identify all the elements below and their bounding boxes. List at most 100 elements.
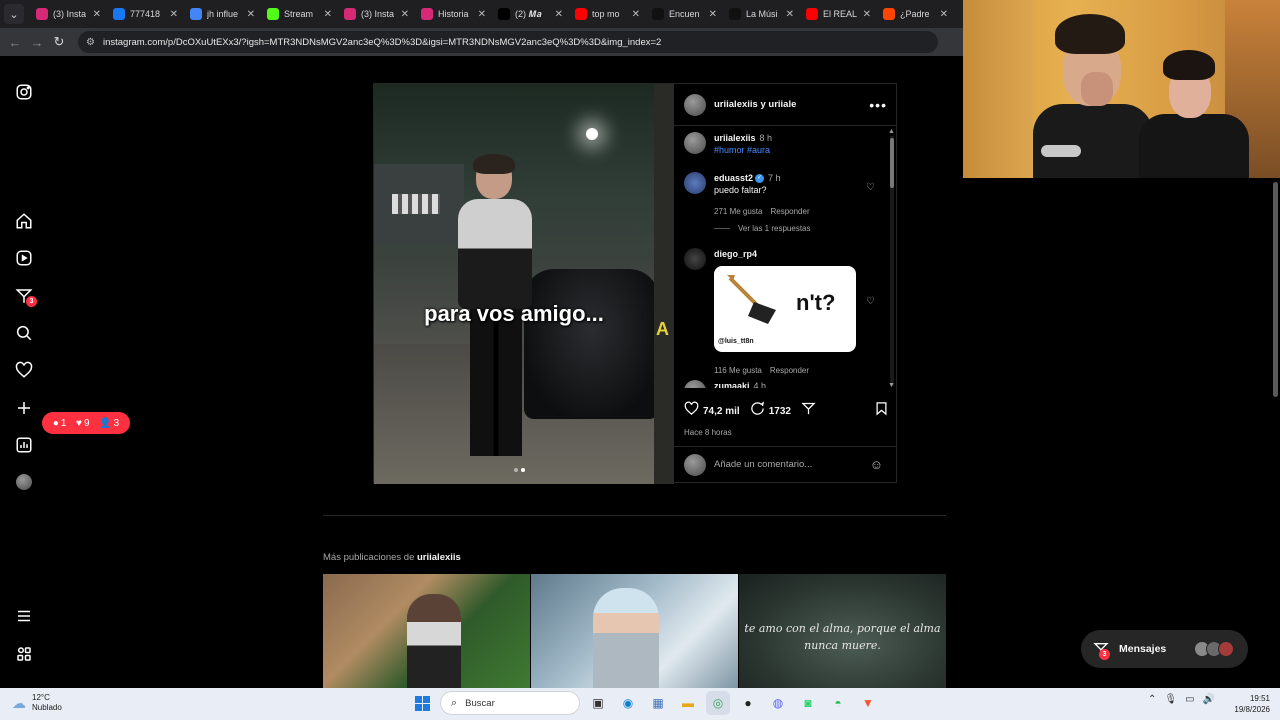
comment-username[interactable]: zumaaki <box>714 381 750 388</box>
edge-icon[interactable]: ◉ <box>616 691 640 715</box>
discord-icon[interactable]: ◍ <box>766 691 790 715</box>
more-posts-user[interactable]: uriialexiis <box>417 552 461 563</box>
profile-avatar[interactable] <box>14 472 34 492</box>
store-icon[interactable]: ▦ <box>646 691 670 715</box>
comment-avatar[interactable] <box>684 380 706 388</box>
notifications-heart-icon[interactable] <box>14 360 34 380</box>
add-comment-input[interactable]: Añade un comentario... <box>714 459 870 470</box>
grid-post-1[interactable] <box>323 574 530 688</box>
page-scrollbar-thumb[interactable] <box>1273 182 1278 397</box>
close-tab-icon[interactable]: ✕ <box>93 9 101 20</box>
browser-tab[interactable]: (3) Insta ✕ <box>338 2 415 26</box>
close-tab-icon[interactable]: ✕ <box>401 9 409 20</box>
close-tab-icon[interactable]: ✕ <box>247 9 255 20</box>
browser-tab[interactable]: top mo ✕ <box>569 2 646 26</box>
browser-tab[interactable]: ¿Padre ✕ <box>877 2 954 26</box>
next-slide-preview[interactable]: A <box>654 84 674 484</box>
comments-count[interactable]: 1732 <box>769 406 791 417</box>
close-tab-icon[interactable]: ✕ <box>478 9 486 20</box>
comment-username[interactable]: eduasst2 <box>714 173 753 183</box>
close-tab-icon[interactable]: ✕ <box>709 9 717 20</box>
reply-button[interactable]: Responder <box>770 366 809 375</box>
site-info-icon[interactable]: ⚙ <box>86 37 95 48</box>
search-icon[interactable] <box>14 323 34 343</box>
browser-tab[interactable]: (2) 𝑴𝒂 ✕ <box>492 2 569 26</box>
comment-like-icon[interactable]: ♡ <box>866 296 875 307</box>
browser-tab[interactable]: El REAL ✕ <box>800 2 877 26</box>
browser-tab[interactable]: Historia ✕ <box>415 2 492 26</box>
volume-icon[interactable]: 🔊 <box>1203 694 1215 705</box>
comments-scrollbar[interactable]: ▲ ▼ <box>888 128 895 390</box>
scrollbar-thumb[interactable] <box>890 138 894 188</box>
author-names[interactable]: uriialexiis y uriiale <box>714 99 869 110</box>
tray-overflow-icon[interactable]: ⌃ <box>1148 694 1156 705</box>
close-tab-icon[interactable]: ✕ <box>863 9 871 20</box>
whatsapp-icon[interactable]: ◙ <box>796 691 820 715</box>
browser-tab[interactable]: Stream ✕ <box>261 2 338 26</box>
more-options-icon[interactable]: ••• <box>869 97 887 113</box>
weather-widget[interactable]: ☁ 12°C Nublado <box>12 693 62 713</box>
comment-likes[interactable]: 116 Me gusta <box>714 366 762 375</box>
brave-icon[interactable]: ▼ <box>856 691 880 715</box>
emoji-icon[interactable]: ☺ <box>870 457 883 472</box>
close-tab-icon[interactable]: ✕ <box>555 9 563 20</box>
comment-icon[interactable] <box>750 401 765 421</box>
forward-icon[interactable]: → <box>26 35 48 50</box>
browser-tab[interactable]: jh influe ✕ <box>184 2 261 26</box>
share-icon[interactable] <box>801 401 816 421</box>
caption-hashtags[interactable]: #humor #aura <box>714 144 864 156</box>
reload-icon[interactable]: ↻ <box>48 34 70 50</box>
close-tab-icon[interactable]: ✕ <box>324 9 332 20</box>
close-tab-icon[interactable]: ✕ <box>632 9 640 20</box>
more-menu-icon[interactable] <box>14 606 34 626</box>
instagram-logo-icon[interactable] <box>14 82 34 102</box>
close-tab-icon[interactable]: ✕ <box>170 9 178 20</box>
comment-avatar[interactable] <box>684 248 706 270</box>
close-tab-icon[interactable]: ✕ <box>940 9 948 20</box>
reels-icon[interactable] <box>14 248 34 268</box>
browser-tab[interactable]: La Músi ✕ <box>723 2 800 26</box>
like-icon[interactable] <box>684 401 699 421</box>
comment-like-icon[interactable]: ♡ <box>866 182 875 193</box>
tab-search-dropdown-icon[interactable]: ⌄ <box>4 4 24 24</box>
comment-avatar[interactable] <box>684 172 706 194</box>
caption-avatar[interactable] <box>684 132 706 154</box>
comment-likes[interactable]: 271 Me gusta <box>714 207 762 216</box>
chrome-icon[interactable]: ◎ <box>706 691 730 715</box>
task-view-icon[interactable]: ▣ <box>586 691 610 715</box>
also-from-meta-icon[interactable] <box>14 644 34 664</box>
display-icon[interactable]: ▭ <box>1185 694 1194 705</box>
grid-post-3[interactable]: te amo con el alma, porque el alma nunca… <box>739 574 946 688</box>
likes-count[interactable]: 74,2 mil <box>703 406 740 417</box>
start-menu-icon[interactable] <box>410 691 434 715</box>
browser-tab[interactable]: Encuen ✕ <box>646 2 723 26</box>
view-replies[interactable]: Ver las 1 respuestas <box>714 224 810 233</box>
like-count: 9 <box>83 417 90 429</box>
spotify-icon[interactable]: ◓ <box>826 691 850 715</box>
browser-tab[interactable]: 777418 ✕ <box>107 2 184 26</box>
browser-tab[interactable]: (3) Insta ✕ <box>30 2 107 26</box>
messages-button[interactable]: 3 Mensajes <box>1081 630 1248 668</box>
caption-username[interactable]: uriialexiis <box>714 133 756 143</box>
save-icon[interactable] <box>874 401 889 421</box>
grid-post-2[interactable] <box>531 574 738 688</box>
obs-icon[interactable]: ● <box>736 691 760 715</box>
create-icon[interactable] <box>14 398 34 418</box>
taskbar-clock[interactable]: 19:51 19/8/2026 <box>1222 693 1270 715</box>
scroll-up-icon[interactable]: ▲ <box>888 128 895 135</box>
dashboard-icon[interactable] <box>14 435 34 455</box>
post-media[interactable]: A para vos amigo... <box>374 84 674 484</box>
url-field[interactable]: ⚙ instagram.com/p/DcOXuUtEXx3/?igsh=MTR3… <box>78 31 938 53</box>
home-icon[interactable] <box>14 211 34 231</box>
reply-button[interactable]: Responder <box>770 207 809 216</box>
scroll-down-icon[interactable]: ▼ <box>888 382 895 389</box>
close-tab-icon[interactable]: ✕ <box>786 9 794 20</box>
comment-username[interactable]: diego_rp4 <box>714 249 757 259</box>
file-explorer-icon[interactable]: ▬ <box>676 691 700 715</box>
notifications-pill[interactable]: ● 1 ♥ 9 👤 3 <box>42 412 130 434</box>
microphone-icon[interactable]: 🎙 <box>1164 694 1177 705</box>
author-avatar[interactable] <box>684 93 706 116</box>
back-icon[interactable]: ← <box>4 35 26 50</box>
page-scrollbar[interactable] <box>1270 178 1280 688</box>
taskbar-search[interactable]: ⌕ Buscar <box>440 691 580 715</box>
